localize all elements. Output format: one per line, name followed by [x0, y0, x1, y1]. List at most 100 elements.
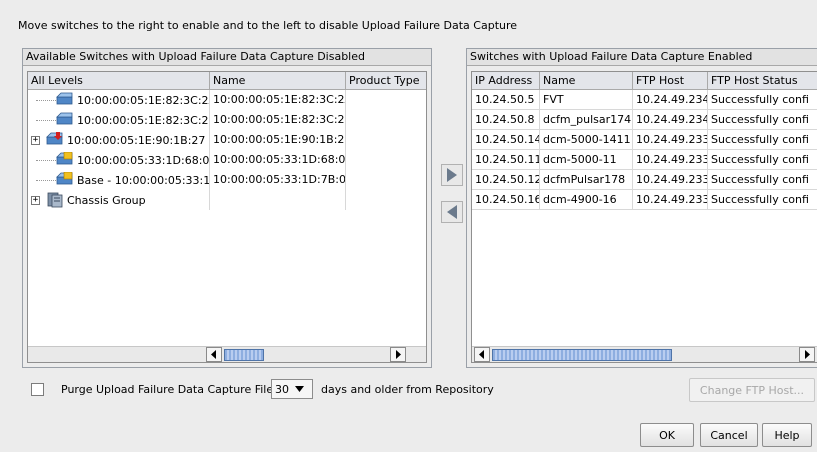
cancel-button[interactable]: Cancel	[700, 423, 758, 447]
ip-address-cell: 10.24.50.8	[472, 110, 540, 130]
table-row[interactable]: 10.24.50.5 FVT 10.24.49.234 Successfully co…	[472, 90, 817, 110]
move-left-arrow-icon	[447, 205, 457, 219]
scroll-right-button[interactable]	[390, 347, 406, 362]
table-row[interactable]: 10.24.50.16 dcm-4900-16 10.24.49.233 Succes…	[472, 190, 817, 210]
change-ftp-host-button[interactable]: Change FTP Host...	[689, 378, 815, 402]
enabled-switches-table[interactable]: IP Address Name FTP Host FTP Host Status…	[471, 71, 817, 363]
switch-alert-icon	[46, 132, 63, 145]
ok-button[interactable]: OK	[640, 423, 694, 447]
ftp-host-status-cell: Successfully confi	[708, 170, 817, 190]
column-header-name[interactable]: Name	[210, 72, 346, 90]
horizontal-scrollbar[interactable]	[28, 346, 426, 362]
name-cell: 10:00:00:05:33:1D:7B:01	[210, 170, 346, 190]
expand-icon[interactable]: +	[31, 135, 40, 145]
product-type-cell	[346, 170, 426, 190]
column-header-name[interactable]: Name	[540, 72, 633, 90]
column-header-ip-address[interactable]: IP Address	[472, 72, 540, 90]
table-row[interactable]: 10.24.50.11 dcm-5000-11 10.24.49.233 Succes…	[472, 150, 817, 170]
column-header-ftp-host[interactable]: FTP Host	[633, 72, 708, 90]
available-switches-table[interactable]: All Levels Name Product Type 10:00:00:05…	[27, 71, 427, 363]
ip-address-cell: 10.24.50.16	[472, 190, 540, 210]
chevron-down-icon	[295, 386, 304, 392]
name-cell: 10:00:00:05:33:1D:68:01	[210, 150, 346, 170]
purge-suffix-label: days and older from Repository	[321, 383, 494, 396]
name-cell: dcm-5000-11	[540, 150, 633, 170]
product-type-cell	[346, 110, 426, 130]
name-cell: dcfm_pulsar174	[540, 110, 633, 130]
name-cell	[210, 190, 346, 210]
horizontal-scrollbar[interactable]	[472, 346, 817, 362]
move-right-button[interactable]	[441, 164, 463, 186]
move-left-button[interactable]	[441, 201, 463, 223]
purge-days-select[interactable]: 30	[271, 379, 313, 399]
available-switches-panel: Available Switches with Upload Failure D…	[22, 48, 432, 368]
ftp-host-status-cell: Successfully confi	[708, 90, 817, 110]
column-header-all-levels[interactable]: All Levels	[28, 72, 210, 90]
scroll-thumb[interactable]	[224, 348, 264, 361]
column-header-product-type[interactable]: Product Type	[346, 72, 426, 90]
tree-row[interactable]: +10:00:00:05:1E:90:1B:27 10:00:00:05:1E:9…	[28, 130, 426, 150]
tree-cell-level: 10:00:00:05:1E:82:3C:2A	[28, 90, 210, 110]
name-cell: 10:00:00:05:1E:82:3C:2A	[210, 90, 346, 110]
ip-address-cell: 10.24.50.14	[472, 130, 540, 150]
switch-icon	[56, 92, 73, 105]
tree-cell-level: 10:00:00:05:33:1D:68:01	[28, 150, 210, 170]
purge-label: Purge Upload Failure Data Capture Files	[61, 383, 279, 396]
name-cell: dcfmPulsar178	[540, 170, 633, 190]
help-button[interactable]: Help	[762, 423, 812, 447]
enabled-switches-rows: 10.24.50.5 FVT 10.24.49.234 Successfully co…	[472, 90, 817, 210]
name-cell: dcm-4900-16	[540, 190, 633, 210]
tree-cell-level: +10:00:00:05:1E:90:1B:27	[28, 130, 210, 150]
ftp-host-cell: 10.24.49.233	[633, 150, 708, 170]
ftp-host-cell: 10.24.49.233	[633, 190, 708, 210]
column-header-ftp-host-status[interactable]: FTP Host Status	[708, 72, 817, 90]
tree-node-label: 10:00:00:05:1E:82:3C:2A	[77, 93, 210, 107]
table-header: IP Address Name FTP Host FTP Host Status	[472, 72, 817, 90]
scroll-left-arrow-icon	[479, 350, 484, 359]
tree-row[interactable]: 10:00:00:05:33:1D:68:01 10:00:00:05:33:1D…	[28, 150, 426, 170]
ip-address-cell: 10.24.50.5	[472, 90, 540, 110]
ftp-host-cell: 10.24.49.233	[633, 130, 708, 150]
scroll-right-button[interactable]	[799, 347, 815, 362]
available-switches-rows: 10:00:00:05:1E:82:3C:2A 10:00:00:05:1E:82…	[28, 90, 426, 210]
ftp-host-cell: 10.24.49.234	[633, 110, 708, 130]
scroll-right-arrow-icon	[805, 350, 810, 359]
table-row[interactable]: 10.24.50.8 dcfm_pulsar174 10.24.49.234 Succ…	[472, 110, 817, 130]
scroll-left-button[interactable]	[474, 347, 490, 362]
scroll-track[interactable]	[222, 348, 390, 361]
switch-warning-icon	[56, 172, 73, 185]
table-row[interactable]: 10.24.50.14 dcm-5000-1411 10.24.49.233 Succ…	[472, 130, 817, 150]
tree-row[interactable]: + Chassis Group	[28, 190, 426, 210]
tree-row[interactable]: 10:00:00:05:1E:82:3C:2A 10:00:00:05:1E:82…	[28, 90, 426, 110]
product-type-cell	[346, 130, 426, 150]
ip-address-cell: 10.24.50.12	[472, 170, 540, 190]
expand-icon[interactable]: +	[31, 195, 40, 205]
tree-node-label: 10:00:00:05:33:1D:68:01	[77, 153, 210, 167]
tree-node-label: Base - 10:00:00:05:33:1D	[77, 173, 210, 187]
purge-days-value: 30	[275, 382, 289, 396]
tree-row[interactable]: 10:00:00:05:1E:82:3C:2B 10:00:00:05:1E:82…	[28, 110, 426, 130]
move-right-arrow-icon	[447, 168, 457, 182]
scroll-left-button[interactable]	[206, 347, 222, 362]
tree-row[interactable]: Base - 10:00:00:05:33:1D 10:00:00:05:33:1…	[28, 170, 426, 190]
name-cell: 10:00:00:05:1E:82:3C:2B	[210, 110, 346, 130]
tree-node-label: 10:00:00:05:1E:82:3C:2B	[77, 113, 210, 127]
tree-cell-level: + Chassis Group	[28, 190, 210, 210]
available-switches-title: Available Switches with Upload Failure D…	[23, 49, 431, 66]
table-header: All Levels Name Product Type	[28, 72, 426, 90]
tree-node-label: Chassis Group	[67, 193, 146, 207]
chassis-group-icon	[47, 192, 63, 208]
scroll-right-arrow-icon	[396, 350, 401, 359]
instruction-text: Move switches to the right to enable and…	[18, 19, 518, 32]
ftp-host-status-cell: Successfully confi	[708, 130, 817, 150]
scroll-track[interactable]	[490, 348, 799, 361]
ftp-host-status-cell: Successfully confi	[708, 150, 817, 170]
purge-checkbox[interactable]	[31, 383, 44, 396]
scroll-thumb[interactable]	[492, 348, 672, 361]
product-type-cell	[346, 190, 426, 210]
table-row[interactable]: 10.24.50.12 dcfmPulsar178 10.24.49.233 Succ…	[472, 170, 817, 190]
name-cell: FVT	[540, 90, 633, 110]
product-type-cell	[346, 150, 426, 170]
scroll-left-arrow-icon	[211, 350, 216, 359]
tree-cell-level: Base - 10:00:00:05:33:1D	[28, 170, 210, 190]
